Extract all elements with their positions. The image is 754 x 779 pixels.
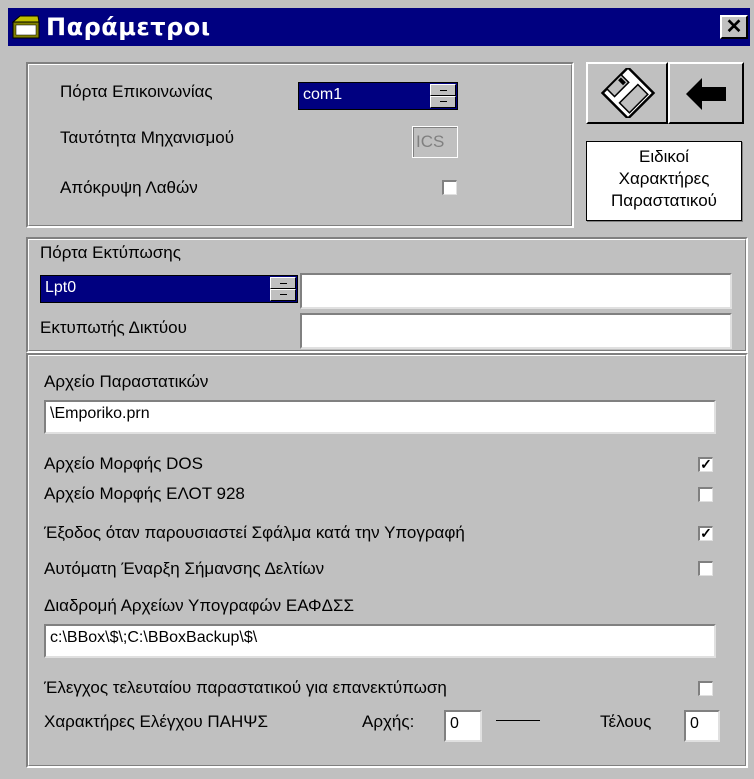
printer-port-value: Lpt0	[45, 279, 77, 296]
last-doc-check-label: Έλεγχος τελευταίου παραστατικού για επαν…	[44, 678, 447, 697]
printer-port-spin-buttons	[270, 277, 296, 301]
signature-path-label: Διαδρομή Αρχείων Υπογραφών ΕΑΦΔΣΣ	[44, 596, 354, 615]
option-exit-on-error-label: Έξοδος όταν παρουσιαστεί Σφάλμα κατά την…	[44, 523, 465, 542]
comm-port-spinner[interactable]: com1	[298, 82, 458, 110]
special-chars-line-1: Ειδικοί	[639, 147, 689, 166]
start-field[interactable]: 0	[444, 710, 482, 742]
spin-up-button[interactable]	[270, 277, 296, 289]
back-button[interactable]	[668, 62, 744, 124]
option-elot-checkbox[interactable]	[698, 487, 713, 502]
option-auto-start-label: Αυτόματη Έναρξη Σήμανσης Δελτίων	[44, 559, 325, 578]
close-button[interactable]: ✕	[720, 15, 748, 39]
close-icon: ✕	[725, 16, 743, 38]
title-bar: Παράμετροι	[8, 8, 750, 46]
end-label: Τέλους	[600, 712, 652, 731]
special-chars-line-3: Παραστατικού	[611, 191, 717, 210]
window-title: Παράμετροι	[46, 13, 211, 41]
spin-down-button[interactable]	[270, 289, 296, 301]
signature-path-field[interactable]: c:\BBox\$\;C:\BBoxBackup\$\	[44, 624, 716, 658]
printer-port-label: Πόρτα Εκτύπωσης	[40, 243, 181, 262]
comm-port-spin-buttons	[430, 84, 456, 108]
comm-port-value: com1	[303, 86, 343, 103]
option-exit-on-error-checkbox[interactable]: ✓	[698, 526, 713, 541]
doc-file-label: Αρχείο Παραστατικών	[44, 372, 209, 391]
network-printer-field[interactable]	[300, 313, 732, 349]
option-dos-label: Αρχείο Μορφής DOS	[44, 454, 203, 473]
start-label: Αρχής:	[362, 712, 415, 731]
arrow-left-icon	[686, 78, 726, 110]
spin-down-button[interactable]	[430, 96, 456, 108]
floppy-disk-icon	[600, 68, 656, 118]
network-printer-label: Εκτυπωτής Δικτύου	[40, 318, 187, 337]
doc-file-field[interactable]: \Emporiko.prn	[44, 400, 716, 434]
device-id-field: ICS	[412, 126, 458, 158]
option-dos-checkbox[interactable]: ✓	[698, 457, 713, 472]
comm-port-label: Πόρτα Επικοινωνίας	[60, 82, 213, 101]
printer-port-spinner[interactable]: Lpt0	[40, 275, 298, 303]
check-chars-label: Χαρακτήρες Ελέγχου ΠΑΗΨΣ	[44, 712, 268, 731]
range-separator	[496, 720, 540, 721]
spin-up-button[interactable]	[430, 84, 456, 96]
end-field[interactable]: 0	[684, 710, 720, 742]
option-auto-start-checkbox[interactable]	[698, 561, 713, 576]
printer-port-extra-field[interactable]	[300, 273, 732, 309]
app-folder-icon	[12, 15, 40, 39]
last-doc-check-checkbox[interactable]	[698, 681, 713, 696]
parameters-window: Παράμετροι ✕ Πόρτα Επικοινωνίας com1 Ταυ…	[0, 0, 754, 779]
hide-errors-label: Απόκρυψη Λαθών	[60, 178, 198, 197]
special-chars-line-2: Χαρακτήρες	[618, 169, 710, 188]
save-button[interactable]	[586, 62, 668, 124]
device-id-label: Ταυτότητα Μηχανισμού	[60, 128, 234, 147]
special-chars-button[interactable]: Ειδικοί Χαρακτήρες Παραστατικού	[586, 141, 742, 221]
option-elot-label: Αρχείο Μορφής ΕΛΟΤ 928	[44, 484, 245, 503]
hide-errors-checkbox[interactable]	[442, 180, 457, 195]
